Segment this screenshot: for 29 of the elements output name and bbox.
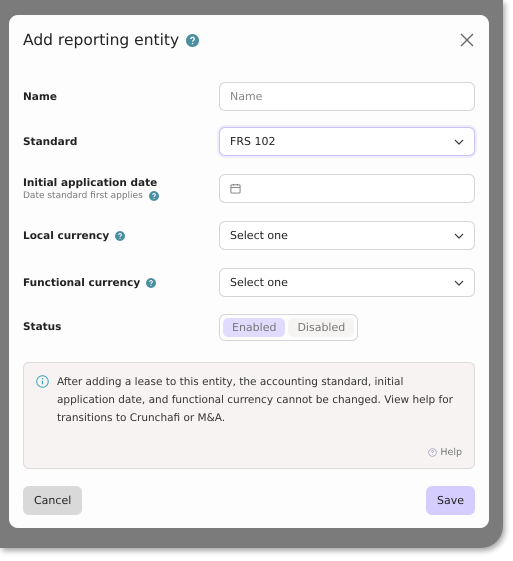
select-field[interactable]: FRS 102 [219, 127, 475, 156]
field-hint: Date standard first applies [23, 190, 143, 200]
calendar-icon [230, 183, 241, 194]
field-label: Initial application date [23, 176, 158, 188]
select-field[interactable]: Select one [219, 221, 475, 250]
help-icon[interactable] [146, 278, 156, 288]
chevron-down-icon [454, 138, 464, 144]
info-icon [36, 375, 49, 388]
save-button[interactable]: Save [426, 486, 475, 515]
dialog-title: Add reporting entity [23, 31, 180, 49]
help-link[interactable]: Help [440, 447, 462, 458]
name-input-field[interactable]: Name [219, 82, 475, 111]
help-icon[interactable] [115, 230, 126, 240]
chevron-down-icon [454, 280, 464, 286]
cancel-button[interactable]: Cancel [23, 486, 82, 515]
field-label: Name [23, 90, 57, 102]
close-button[interactable] [459, 32, 475, 48]
help-icon [428, 448, 438, 457]
field-label: Standard [23, 136, 78, 148]
field-label: Local currency [23, 230, 110, 242]
help-icon[interactable] [186, 34, 200, 46]
field-label: Functional currency [23, 276, 140, 288]
field-label: Status [23, 321, 62, 333]
notice-text: After adding a lease to this entity, the accounting standard, initial application date, and functional currency cannot be changed. View help for transitions to Crunchafi or M&A. [57, 375, 454, 426]
toggle-option[interactable]: Disabled [288, 318, 354, 336]
help-icon[interactable] [148, 190, 159, 200]
select-field[interactable]: Select one [219, 268, 475, 297]
date-input-field[interactable] [219, 174, 475, 203]
chevron-down-icon [454, 232, 464, 238]
